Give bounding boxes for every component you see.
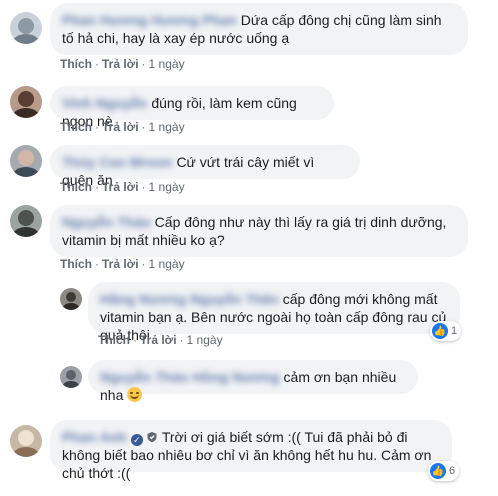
comment-bubble: Thúy Cao Mroon Cứ vứt trái cây miết vì qu… [50,145,360,188]
avatar[interactable] [10,205,42,237]
comment-time[interactable]: 1 ngày [149,180,185,194]
like-reaction-icon: 👍 [432,323,448,339]
like-link[interactable]: Thích [60,180,92,194]
reply-bubble: Hằng Nương Nguyễn Thân cấp đông mới không… [88,282,460,343]
comment-author[interactable]: Phan Anh [62,428,127,446]
comment-time[interactable]: 1 ngày [149,257,185,271]
comment-actions: Thích · Trả lời · 1 ngày [60,57,185,71]
comment-author[interactable]: Thúy Cao Mroon [62,153,172,171]
like-link[interactable]: Thích [60,120,92,134]
avatar[interactable] [10,145,42,177]
shield-icon [147,432,157,443]
like-link[interactable]: Thích [60,257,92,271]
comment-bubble: Nguyễn Thảo Cấp đông như này thì lấy ra g… [50,205,468,257]
comment-author[interactable]: Nguyễn Thảo [62,213,151,231]
reaction-count: 1 [451,325,458,337]
avatar[interactable] [10,12,42,44]
verified-badge-icon: ✓ [130,434,143,446]
reply-link[interactable]: Trả lời [102,257,139,271]
reply-bubble: Nguyễn Thảo Hồng Nương cảm ơn bạn nhiều n… [88,360,418,403]
comment-bubble: Vinh Nguyễn đúng rồi, làm kem cũng ngon n… [50,86,334,129]
comment-bubble: Phan Hương Hương Phan Dứa cấp đông chị cũ… [50,3,468,55]
comment-author[interactable]: Hằng Nương Nguyễn Thân [100,290,279,308]
like-link[interactable]: Thích [98,333,130,347]
comment-actions: Thích · Trả lời · 1 ngày [60,120,185,134]
comment-author[interactable]: Phan Hương Hương Phan [62,11,237,29]
comment-time[interactable]: 1 ngày [187,333,223,347]
like-reaction-icon: 👍 [430,463,446,479]
reply-link[interactable]: Trả lời [102,120,139,134]
avatar[interactable] [10,425,42,457]
avatar[interactable] [10,86,42,118]
avatar[interactable] [60,288,82,310]
reaction-summary[interactable]: 👍 6 [428,461,460,481]
reply-link[interactable]: Trả lời [102,180,139,194]
comment-actions: Thích · Trả lời · 1 ngày [98,333,223,347]
like-link[interactable]: Thích [60,57,92,71]
comment-time[interactable]: 1 ngày [149,57,185,71]
reaction-summary[interactable]: 👍 1 [430,321,462,341]
comment-actions: Thích · Trả lời · 1 ngày [60,257,185,271]
comment-author[interactable]: Vinh Nguyễn [62,94,147,112]
avatar[interactable] [60,366,82,388]
smiling-face-emoji-icon [127,387,143,402]
reply-link[interactable]: Trả lời [140,333,177,347]
comment-time[interactable]: 1 ngày [149,120,185,134]
comment-bubble: Phan Anh ✓ Trời ơi giá biết sớm :(( Tui đã… [50,420,452,481]
reply-link[interactable]: Trả lời [102,57,139,71]
reaction-count: 6 [449,465,456,477]
comment-author[interactable]: Nguyễn Thảo Hồng Nương [100,368,280,386]
comment-actions: Thích · Trả lời · 1 ngày [60,180,185,194]
